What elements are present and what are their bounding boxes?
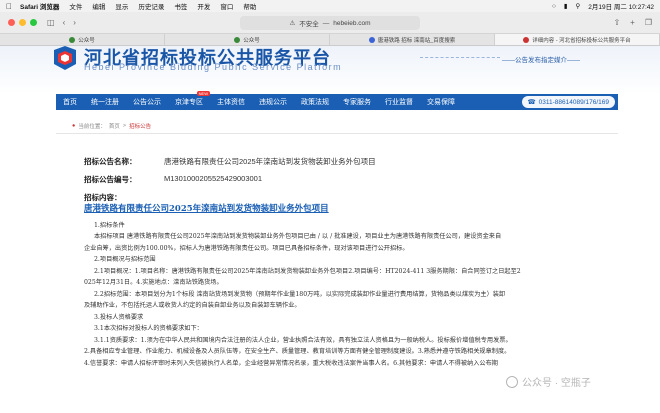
menu-history[interactable]: 历史记录: [138, 1, 164, 11]
announce-divider: [420, 57, 500, 58]
nav-register[interactable]: 统一注册: [84, 97, 126, 107]
address-bar[interactable]: ⚠ 不安全 — hebeieb.com: [240, 16, 420, 30]
nav-supervision[interactable]: 行业监督: [378, 97, 420, 107]
nav-experts[interactable]: 专家服务: [336, 97, 378, 107]
insecure-icon: ⚠: [289, 20, 296, 27]
notice-name-label: 招标公告名称：: [84, 157, 137, 166]
new-tab-icon[interactable]: +: [630, 18, 635, 27]
tab-label: 唐港铁路 招标 滦南站_百度搜索: [377, 37, 456, 44]
announce-text: ——公告发布指定媒介——: [502, 57, 580, 64]
wechat-icon: [234, 36, 241, 43]
main-nav: 首页 统一注册 公告公示 京津专区 NEW 主体资信 违规公示 政策法规 专家服…: [56, 91, 618, 110]
tabs-overview-icon[interactable]: ❐: [645, 18, 652, 27]
nav-jingjin-label: 京津专区: [175, 99, 203, 106]
notice-code-value: M1301000205525429003001: [164, 174, 263, 183]
site-subtitle: Hebei Province Bidding Public Service Pl…: [84, 62, 343, 72]
document-body: 1.招标条件本招标项目 唐港铁路有限责任公司2025年滦南站到发货物装卸业务外包…: [84, 220, 584, 370]
breadcrumb-current[interactable]: 招标公告: [129, 122, 151, 130]
nav-credit[interactable]: 主体资信: [210, 97, 252, 107]
minimize-window-button[interactable]: [19, 19, 26, 26]
notice-content-row: 招标内容：: [84, 192, 164, 203]
back-icon[interactable]: ‹: [63, 18, 66, 27]
site-logo-icon[interactable]: [52, 46, 78, 70]
phone-icon: ☎: [527, 99, 536, 106]
watermark-text: 公众号 · 空瓶子: [522, 378, 591, 389]
tab-3[interactable]: 唐港铁路 招标 滦南站_百度搜索: [330, 34, 495, 45]
notice-document: 唐港铁路有限责任公司2025年滦南站到发货物装卸业务外包项目 1.招标条件本招标…: [84, 204, 584, 369]
menu-edit[interactable]: 编辑: [92, 1, 105, 11]
url-separator: —: [322, 19, 330, 27]
document-line: 1.招标条件: [94, 221, 125, 229]
url-text: hebeieb.com: [333, 19, 371, 27]
baidu-icon: [368, 36, 375, 43]
tab-label: 公众号: [243, 37, 260, 44]
menu-bookmarks[interactable]: 书签: [174, 1, 187, 11]
sidebar-icon[interactable]: ◫: [47, 18, 55, 27]
site-favicon-icon: [523, 36, 530, 43]
document-line: 企业自筹，出资比例为100.00%，招标人为唐港铁路有限责任公司。项目已具备招标…: [84, 244, 409, 252]
document-line: 3.1本次招标对投标人的资格要求如下：: [94, 325, 203, 332]
apple-icon[interactable]: : [6, 2, 12, 11]
tab-4[interactable]: 详细内容 - 河北省招标投标公共服务平台: [495, 34, 660, 45]
breadcrumb-divider: [56, 133, 618, 134]
location-pin-icon: ●: [72, 123, 76, 129]
window-controls: [8, 19, 37, 26]
close-window-button[interactable]: [8, 19, 15, 26]
menu-file[interactable]: 文件: [69, 1, 82, 11]
security-label: 不安全: [299, 21, 319, 28]
nav-jingjin[interactable]: 京津专区 NEW: [168, 91, 210, 107]
document-line: 4.信誉要求：申请人招标评审时未列入失信被执行人名单，企业经营异常情况名录，重大…: [84, 359, 498, 367]
notice-name-row: 招标公告名称： 唐港铁路有限责任公司2025年滦南站到发货物装卸业务外包项目: [84, 156, 376, 167]
menu-bar:  Safari 浏览器 文件 编辑 显示 历史记录 书签 开发 窗口 帮助 ○…: [0, 0, 660, 12]
document-line: 025年12月31日。4.实施地点：滦南站铁路货场。: [84, 279, 223, 286]
hotline: ☎ 0311-88614089/176/169: [521, 96, 615, 108]
menu-window[interactable]: 窗口: [220, 1, 233, 11]
site-header: 河北省招标投标公共服务平台 Hebei Province Bidding Pub…: [0, 46, 660, 94]
notice-name-value: 唐港铁路有限责任公司2025年滦南站到发货物装卸业务外包项目: [164, 157, 376, 166]
breadcrumb-sep: >: [122, 123, 127, 129]
notice-code-row: 招标公告编号： M1301000205525429003001: [84, 174, 262, 185]
forward-icon[interactable]: ›: [73, 18, 76, 27]
search-icon[interactable]: ⚲: [575, 2, 580, 10]
zoom-window-button[interactable]: [30, 19, 37, 26]
tab-label: 公众号: [78, 37, 95, 44]
menu-view[interactable]: 显示: [115, 1, 128, 11]
breadcrumb-home[interactable]: 首页: [109, 122, 120, 130]
document-line: 3.投标人资格要求: [94, 313, 144, 321]
nav-policy[interactable]: 政策法规: [294, 97, 336, 107]
hotline-number: 0311-88614089/176/169: [538, 98, 609, 106]
nav-announcements[interactable]: 公告公示: [126, 97, 168, 107]
share-icon[interactable]: ⇧: [613, 18, 620, 27]
menu-develop[interactable]: 开发: [197, 1, 210, 11]
wechat-watermark-icon: [506, 375, 518, 388]
document-line: 及辅助作业，不包括托运人或收货人约定的自装自卸业务以及自装卸车辆作业。: [84, 302, 301, 309]
battery-icon[interactable]: ▮: [564, 2, 568, 10]
nav-home[interactable]: 首页: [56, 97, 84, 107]
document-title: 唐港铁路有限责任公司2025年滦南站到发货物装卸业务外包项目: [84, 204, 329, 214]
document-line: 本招标项目 唐港铁路有限责任公司2025年滦南站到发货物装卸业务外包项目已由 /…: [94, 233, 502, 240]
breadcrumb: ● 当前位置： 首页 > 招标公告: [72, 122, 151, 130]
notice-code-label: 招标公告编号：: [84, 175, 137, 184]
tab-label: 详细内容 - 河北省招标投标公共服务平台: [532, 37, 631, 44]
nav-violations[interactable]: 违规公示: [252, 97, 294, 107]
new-badge: NEW: [196, 91, 210, 96]
menu-help[interactable]: 帮助: [243, 1, 256, 11]
document-line: 2.项目概况与招标范围: [94, 256, 156, 263]
clock[interactable]: 2月19日 周二 10:27:42: [588, 1, 654, 11]
document-line: 2.1项目概况：1.项目名称：唐港铁路有限责任公司2025年滦南站到发货物装卸业…: [94, 267, 521, 275]
document-line: 3.1.1资质要求：1.须为在中华人民共和国境内合法注册的法人企业，营业执照合法…: [94, 336, 512, 344]
notice-content-label: 招标内容：: [84, 193, 122, 202]
document-line: 2.具备相应专业管理、作业能力、机械设备及人员队伍等，在安全生产、质量管理、教育…: [84, 348, 511, 355]
document-line: 2.2招标范围：本项目划分为1个标段 滦南站货场到发货物（预期年作业量180万吨…: [94, 290, 506, 298]
breadcrumb-label: 当前位置：: [78, 124, 106, 130]
watermark: 公众号 · 空瓶子: [506, 374, 591, 389]
wechat-icon: [69, 36, 76, 43]
wifi-icon[interactable]: ○: [552, 3, 556, 10]
menu-app-name[interactable]: Safari 浏览器: [20, 1, 59, 11]
nav-guarantee[interactable]: 交易保障: [420, 97, 462, 107]
browser-toolbar: ◫ ‹ › ⚠ 不安全 — hebeieb.com ⇧ + ❐: [0, 12, 660, 34]
